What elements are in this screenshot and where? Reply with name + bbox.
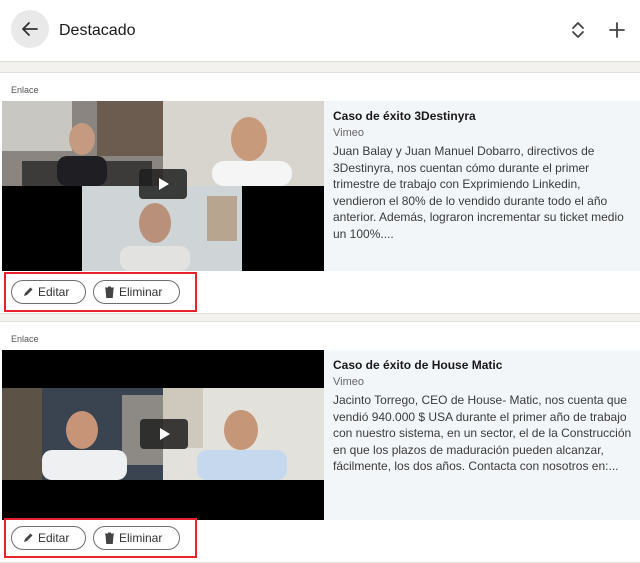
featured-item-card: Enlace Caso de éxito 3Destinyra Vimeo Ju… — [0, 72, 640, 314]
play-button[interactable] — [140, 419, 188, 449]
edit-button-label: Editar — [38, 531, 70, 545]
play-icon — [160, 428, 170, 440]
delete-button-label: Eliminar — [119, 531, 163, 545]
plus-icon — [609, 22, 625, 38]
delete-button[interactable]: Eliminar — [93, 526, 180, 550]
video-thumbnail[interactable] — [2, 350, 324, 520]
back-button[interactable] — [11, 10, 49, 48]
item-info: Caso de éxito de House Matic Vimeo Jacin… — [333, 358, 633, 475]
page-title: Destacado — [59, 22, 136, 39]
pencil-icon — [24, 533, 33, 542]
page-header: Destacado — [0, 0, 640, 62]
item-actions: Editar Eliminar — [4, 518, 197, 558]
item-source: Vimeo — [333, 376, 364, 388]
item-description: Juan Balay y Juan Manuel Dobarro, direct… — [333, 144, 624, 241]
expand-collapse-icon — [572, 22, 584, 38]
featured-item-card: Enlace Caso de éxito de House Matic Vime… — [0, 321, 640, 563]
play-button[interactable] — [139, 169, 187, 199]
item-actions: Editar Eliminar — [4, 272, 197, 312]
media-link[interactable]: Caso de éxito de House Matic Vimeo Jacin… — [2, 350, 640, 520]
item-title: Caso de éxito 3Destinyra — [333, 109, 476, 123]
play-icon — [159, 178, 169, 190]
add-button[interactable] — [605, 18, 629, 42]
edit-button[interactable]: Editar — [11, 280, 86, 304]
item-info: Caso de éxito 3Destinyra Vimeo Juan Bala… — [333, 109, 633, 242]
reorder-button[interactable] — [566, 18, 590, 42]
item-type-label: Enlace — [11, 85, 39, 95]
video-thumbnail[interactable] — [2, 101, 324, 271]
edit-button[interactable]: Editar — [11, 526, 86, 550]
media-link[interactable]: Caso de éxito 3Destinyra Vimeo Juan Bala… — [2, 101, 640, 271]
delete-button-label: Eliminar — [119, 285, 163, 299]
item-title: Caso de éxito de House Matic — [333, 358, 503, 372]
trash-icon — [105, 286, 114, 298]
delete-button[interactable]: Eliminar — [93, 280, 180, 304]
trash-icon — [105, 532, 114, 544]
pencil-icon — [24, 287, 33, 296]
item-source: Vimeo — [333, 127, 364, 139]
arrow-left-icon — [22, 22, 38, 36]
item-type-label: Enlace — [11, 334, 39, 344]
edit-button-label: Editar — [38, 285, 70, 299]
item-description: Jacinto Torrego, CEO de House- Matic, no… — [333, 393, 632, 473]
